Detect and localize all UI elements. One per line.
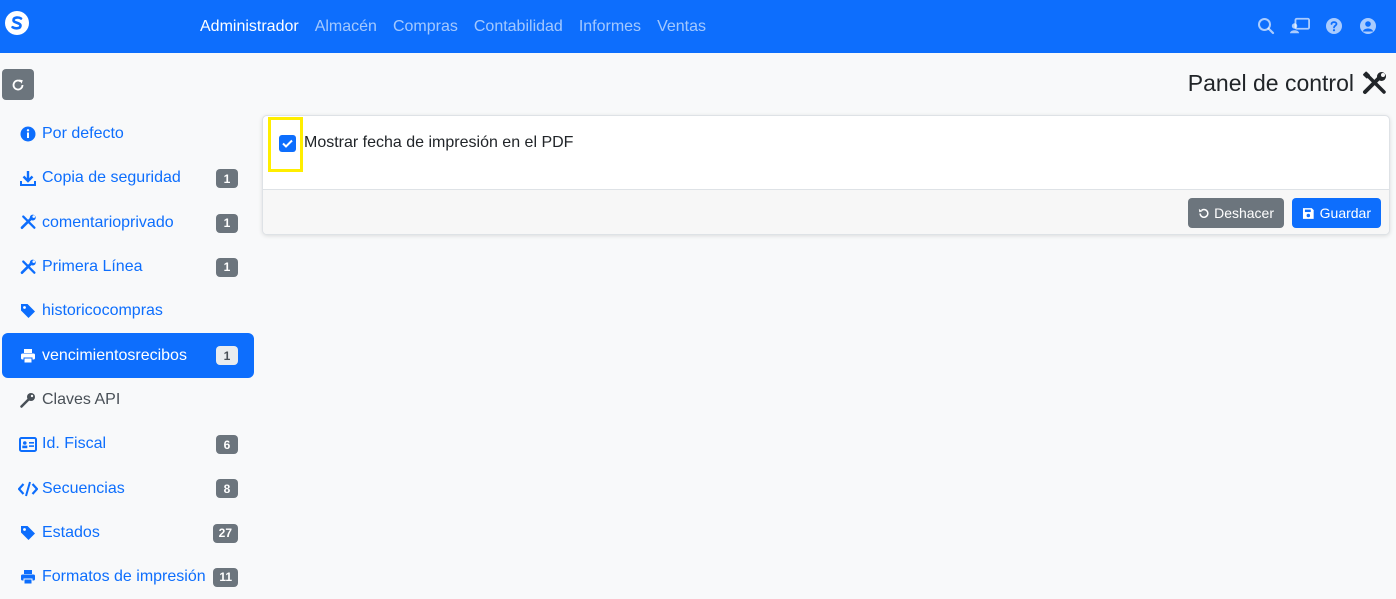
sidebar-item-label: historicocompras [42,302,163,320]
print-date-checkbox[interactable] [279,135,296,152]
settings-sidebar: Por defecto Copia de seguridad 1 comenta… [2,112,254,599]
sidebar-item-label: comentarioprivado [42,213,174,231]
navbar-tools [1242,16,1378,36]
download-icon [18,169,38,187]
count-badge: 8 [216,479,238,499]
menu-almacen[interactable]: Almacén [315,18,377,36]
count-badge: 1 [216,257,238,277]
page-title: Panel de control [1187,70,1354,96]
save-button[interactable]: Guardar [1292,198,1381,228]
refresh-button[interactable] [2,69,34,100]
key-icon [18,391,38,409]
sidebar-item-secuencias[interactable]: Secuencias 8 [2,466,254,510]
count-badge: 6 [216,435,238,455]
sidebar-item-comentarioprivado[interactable]: comentarioprivado 1 [2,201,254,245]
tags-icon [18,302,38,320]
tools-icon [18,258,38,276]
card-footer: Deshacer Guardar [263,189,1389,234]
settings-card: Mostrar fecha de impresión en el PDF Des… [262,115,1390,235]
menu-informes[interactable]: Informes [579,18,641,36]
chalkboard-user-icon[interactable] [1290,16,1310,36]
sidebar-item-formatos-de-impresion[interactable]: Formatos de impresión 11 [2,555,254,599]
print-icon [18,568,38,586]
check-icon [282,139,293,148]
tags-icon [18,524,38,542]
sidebar-item-label: vencimientosrecibos [42,346,187,364]
count-badge: 1 [216,213,238,233]
sidebar-item-label: Copia de seguridad [42,169,181,187]
menu-contabilidad[interactable]: Contabilidad [474,18,563,36]
refresh-icon [12,79,24,90]
tools-icon [18,214,38,232]
print-icon [18,347,38,365]
search-icon[interactable] [1256,16,1276,36]
count-badge: 27 [212,523,238,543]
sidebar-item-historicocompras[interactable]: historicocompras [2,289,254,333]
sidebar-item-label: Por defecto [42,125,124,143]
user-circle-icon[interactable] [1358,16,1378,36]
sidebar-item-por-defecto[interactable]: Por defecto [2,112,254,156]
sidebar-item-claves-api[interactable]: Claves API [2,378,254,422]
sidebar-item-label: Claves API [42,390,121,408]
floppy-disk-icon [1302,207,1314,219]
print-date-label[interactable]: Mostrar fecha de impresión en el PDF [304,134,573,152]
sidebar-item-label: Id. Fiscal [42,435,107,453]
sidebar-item-label: Estados [42,523,100,541]
count-badge: 1 [216,169,238,189]
undo-button[interactable]: Deshacer [1188,198,1284,228]
undo-label: Deshacer [1214,205,1274,221]
card-body: Mostrar fecha de impresión en el PDF [263,116,1389,189]
id-card-icon [18,435,38,453]
question-circle-icon[interactable] [1324,16,1344,36]
main-menu: Administrador Almacén Compras Contabilid… [200,0,722,53]
menu-administrador[interactable]: Administrador [200,18,299,36]
tools-icon [1363,71,1386,94]
save-label: Guardar [1319,205,1371,221]
facturascripts-logo-icon[interactable] [4,10,30,36]
info-circle-icon [18,125,38,143]
menu-compras[interactable]: Compras [393,18,458,36]
top-navbar: Administrador Almacén Compras Contabilid… [0,0,1396,53]
sidebar-item-label: Primera Línea [42,258,143,276]
page-header: Panel de control [1188,70,1388,97]
sidebar-item-label: Secuencias [42,479,125,497]
sidebar-item-id-fiscal[interactable]: Id. Fiscal 6 [2,422,254,466]
menu-ventas[interactable]: Ventas [657,18,706,36]
undo-icon [1198,208,1209,218]
sidebar-item-vencimientosrecibos[interactable]: vencimientosrecibos 1 [2,333,254,378]
sidebar-item-primera-linea[interactable]: Primera Línea 1 [2,245,254,289]
sidebar-item-copia-de-seguridad[interactable]: Copia de seguridad 1 [2,156,254,200]
count-badge: 11 [213,567,238,587]
count-badge: 1 [216,346,238,366]
code-icon [18,480,38,498]
sidebar-item-estados[interactable]: Estados 27 [2,511,254,555]
sidebar-item-label: Formatos de impresión [42,568,206,586]
